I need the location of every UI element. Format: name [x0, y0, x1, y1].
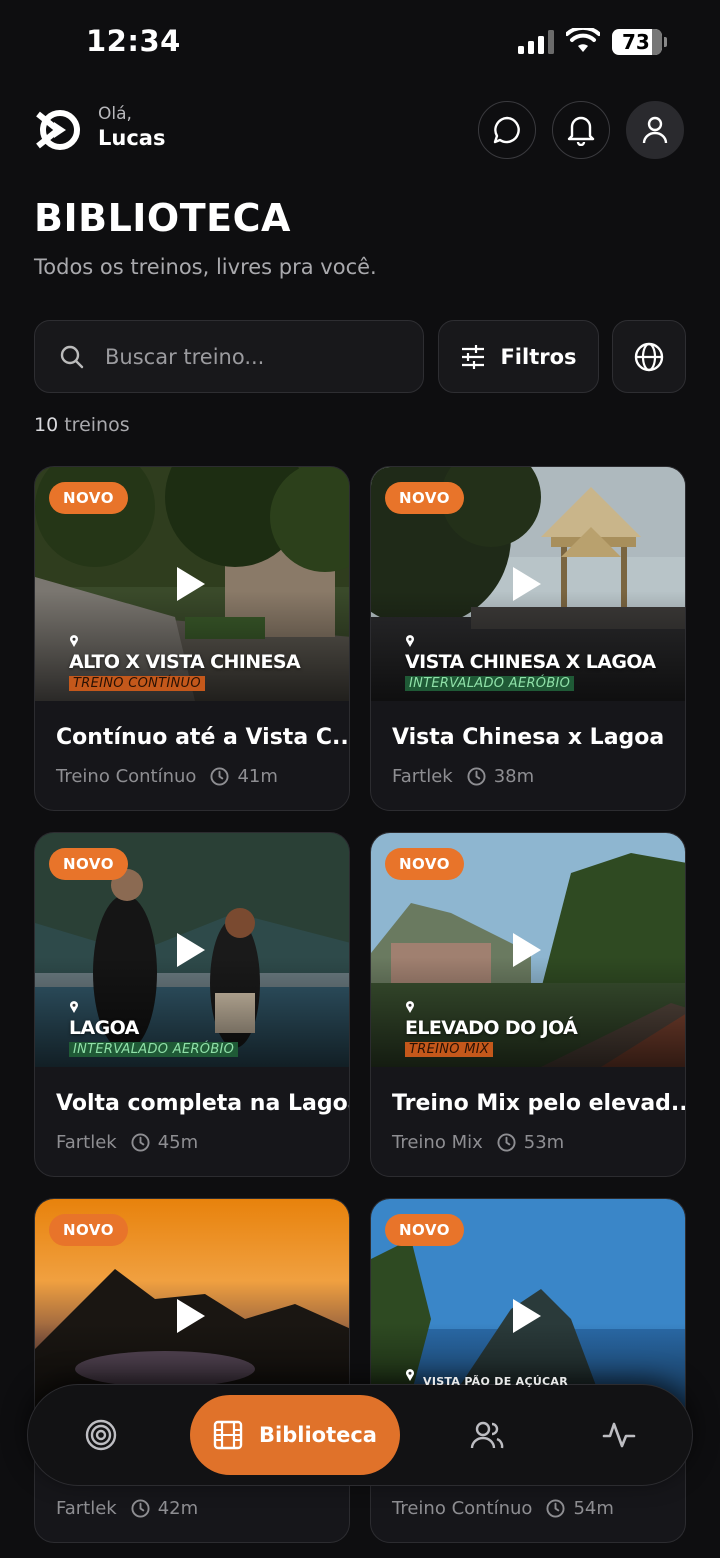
- search-icon: [60, 345, 84, 368]
- workout-duration: 41m: [237, 766, 278, 787]
- new-badge: NOVO: [385, 482, 464, 514]
- play-icon[interactable]: [177, 933, 205, 967]
- search-input[interactable]: [105, 344, 395, 369]
- location-pin-icon: [70, 635, 78, 647]
- globe-icon: [634, 342, 664, 371]
- app-logo-icon: [36, 110, 80, 150]
- workout-type: Treino Mix: [392, 1132, 483, 1153]
- workout-name: Vista Chinesa x Lagoa: [392, 725, 665, 750]
- language-button[interactable]: [612, 320, 686, 393]
- overlay-title: VISTA CHINESA X LAGOA: [405, 651, 656, 673]
- workout-meta: Fartlek 42m: [56, 1498, 198, 1519]
- workout-card[interactable]: NOVO VISTA PÃO DE AÇÚCAR Treino Contínuo…: [370, 1198, 686, 1543]
- workout-card[interactable]: NOVO Fartlek 42m: [34, 1198, 350, 1543]
- overlay-tag: INTERVALADO AERÓBIO: [405, 676, 575, 691]
- workout-type: Fartlek: [56, 1132, 117, 1153]
- overlay-tag: INTERVALADO AERÓBIO: [69, 1042, 239, 1057]
- overlay-title: ALTO X VISTA CHINESA: [69, 651, 301, 673]
- overlay-title: LAGOA: [69, 1017, 139, 1039]
- battery-icon: 73: [612, 29, 667, 55]
- workout-meta: Treino Contínuo 41m: [56, 766, 278, 787]
- workout-name: Volta completa na Lagoa: [56, 1091, 350, 1116]
- profile-button[interactable]: [626, 101, 684, 159]
- workout-duration: 42m: [157, 1498, 199, 1519]
- battery-level: 73: [622, 30, 650, 54]
- nav-community[interactable]: [454, 1385, 520, 1485]
- clock-icon: [467, 767, 486, 786]
- workout-type: Fartlek: [392, 766, 453, 787]
- location-pin-icon: [406, 1001, 414, 1013]
- workout-duration: 54m: [573, 1498, 614, 1519]
- notifications-button[interactable]: [552, 101, 610, 159]
- workout-card[interactable]: NOVO ELEVADO DO JOÁ TREINO MIX Treino Mi…: [370, 832, 686, 1177]
- overlay-location: VISTA PÃO DE AÇÚCAR: [423, 1375, 569, 1388]
- workout-meta: Treino Contínuo 54m: [392, 1498, 614, 1519]
- wifi-icon: [566, 28, 600, 52]
- play-icon[interactable]: [513, 933, 541, 967]
- play-icon[interactable]: [177, 1299, 205, 1333]
- activity-icon: [602, 1422, 636, 1448]
- chat-bubble-icon: [493, 116, 520, 144]
- workout-card[interactable]: NOVO LAGOA INTERVALADO AERÓBIO Volta com…: [34, 832, 350, 1177]
- results-count-number: 10: [34, 414, 59, 436]
- username: Lucas: [98, 126, 166, 150]
- overlay-tag: TREINO CONTÍNUO: [69, 676, 205, 691]
- users-icon: [470, 1421, 504, 1449]
- cellular-signal-icon: [518, 30, 554, 54]
- new-badge: NOVO: [385, 848, 464, 880]
- messages-button[interactable]: [478, 101, 536, 159]
- workout-type: Treino Contínuo: [392, 1498, 533, 1519]
- status-bar: 12:34 73: [0, 0, 720, 86]
- workout-name: Contínuo até a Vista C...: [56, 725, 350, 750]
- page-title: BIBLIOTECA: [34, 196, 291, 240]
- results-count-label: treinos: [64, 414, 130, 436]
- clock-icon: [497, 1133, 516, 1152]
- search-box[interactable]: [34, 320, 424, 393]
- new-badge: NOVO: [385, 1214, 464, 1246]
- nav-library-label: Biblioteca: [259, 1423, 377, 1447]
- clock-icon: [210, 767, 229, 786]
- workout-meta: Fartlek 38m: [392, 766, 534, 787]
- new-badge: NOVO: [49, 482, 128, 514]
- play-icon[interactable]: [177, 567, 205, 601]
- page-subtitle: Todos os treinos, livres pra você.: [34, 255, 377, 279]
- play-icon[interactable]: [513, 1299, 541, 1333]
- workout-card[interactable]: NOVO VISTA CHINESA X LAGOA INTERVALADO A…: [370, 466, 686, 811]
- location-pin-icon: [406, 1369, 414, 1381]
- nav-library[interactable]: Biblioteca: [190, 1395, 400, 1475]
- bell-icon: [567, 116, 595, 146]
- workout-duration: 53m: [523, 1132, 565, 1153]
- user-icon: [642, 116, 668, 144]
- overlay-title: ELEVADO DO JOÁ: [405, 1017, 578, 1039]
- clock-icon: [131, 1499, 150, 1518]
- location-pin-icon: [70, 1001, 78, 1013]
- filters-button[interactable]: Filtros: [438, 320, 599, 393]
- bottom-nav: Biblioteca: [27, 1384, 693, 1486]
- clock-icon: [546, 1499, 565, 1518]
- sliders-icon: [462, 344, 485, 369]
- workout-type: Treino Contínuo: [56, 766, 197, 787]
- clock-icon: [131, 1133, 150, 1152]
- workout-type: Fartlek: [56, 1498, 117, 1519]
- overlay-tag: TREINO MIX: [405, 1042, 494, 1057]
- workout-card[interactable]: NOVO ALTO X VISTA CHINESA TREINO CONTÍNU…: [34, 466, 350, 811]
- film-icon: [213, 1420, 243, 1450]
- workout-meta: Treino Mix 53m: [392, 1132, 564, 1153]
- workout-meta: Fartlek 45m: [56, 1132, 198, 1153]
- workout-name: Treino Mix pelo elevad...: [392, 1091, 686, 1116]
- target-icon: [85, 1419, 117, 1451]
- new-badge: NOVO: [49, 848, 128, 880]
- new-badge: NOVO: [49, 1214, 128, 1246]
- nav-goals[interactable]: [68, 1385, 134, 1485]
- greeting: Olá,: [98, 104, 132, 124]
- filters-label: Filtros: [500, 344, 577, 369]
- play-icon[interactable]: [513, 567, 541, 601]
- nav-activity[interactable]: [586, 1385, 652, 1485]
- status-time: 12:34: [86, 24, 181, 58]
- workout-duration: 45m: [157, 1132, 199, 1153]
- workout-duration: 38m: [493, 766, 535, 787]
- location-pin-icon: [406, 635, 414, 647]
- results-count: 10 treinos: [34, 414, 130, 436]
